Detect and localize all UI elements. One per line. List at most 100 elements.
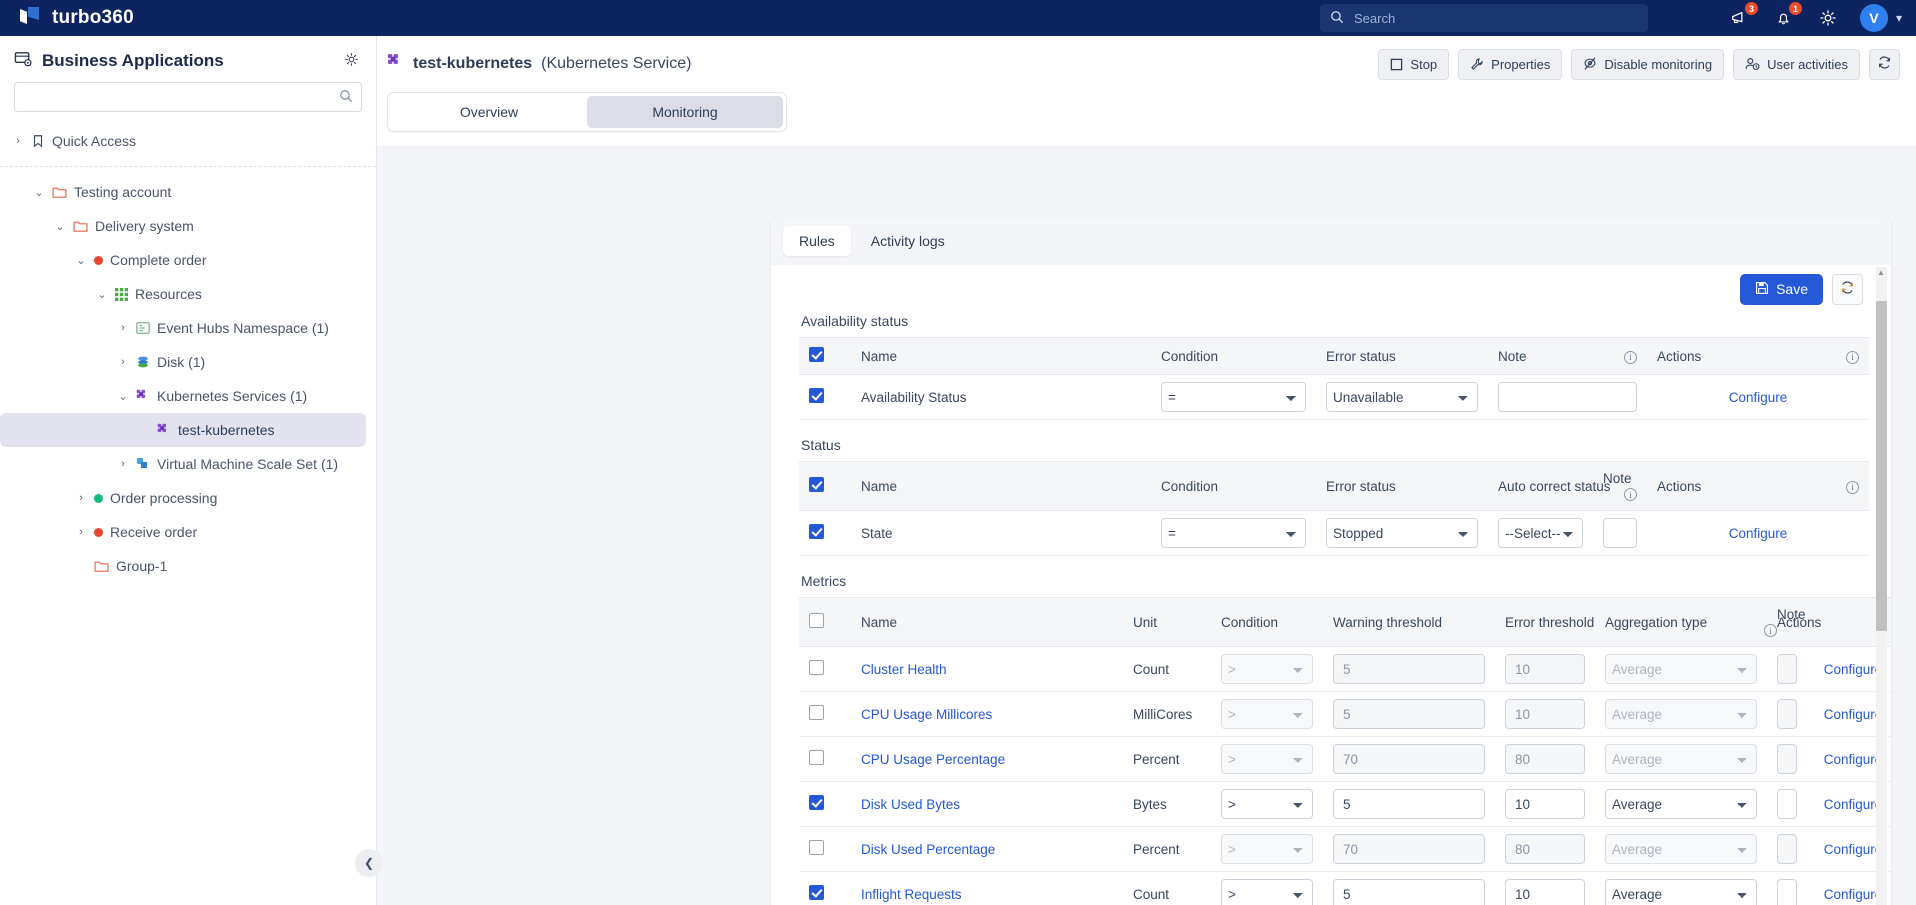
metric-name-label[interactable]: Disk Used Bytes xyxy=(861,797,960,812)
tab-overview[interactable]: Overview xyxy=(391,96,587,128)
chevron-right-icon[interactable]: › xyxy=(117,458,129,470)
error-threshold-input[interactable] xyxy=(1505,789,1585,819)
announcements-button[interactable]: 3 xyxy=(1728,1,1759,30)
select-all-checkbox[interactable] xyxy=(809,347,824,362)
condition-select[interactable]: = xyxy=(1161,382,1306,412)
configure-link[interactable]: Configure xyxy=(1824,752,1883,767)
sidebar-item-delivery-system[interactable]: ⌄ Delivery system xyxy=(0,209,376,243)
condition-select[interactable]: = xyxy=(1161,518,1306,548)
sidebar-settings-gear-icon[interactable] xyxy=(343,51,360,71)
metric-name[interactable]: Disk Used Percentage xyxy=(851,826,1123,872)
disable-monitoring-button[interactable]: Disable monitoring xyxy=(1571,48,1725,80)
card-tab-rules[interactable]: Rules xyxy=(783,226,851,256)
warning-threshold-input[interactable] xyxy=(1333,879,1485,905)
configure-link[interactable]: Configure xyxy=(1824,662,1883,677)
configure-link[interactable]: Configure xyxy=(1824,707,1883,722)
chevron-right-icon[interactable]: › xyxy=(117,322,129,334)
aggregation-type-select[interactable]: Average xyxy=(1605,789,1757,819)
aggregation-type-select[interactable]: Average xyxy=(1605,879,1757,905)
sidebar-item-kubernetes-services-1[interactable]: ⌄ Kubernetes Services (1) xyxy=(0,379,376,413)
page-refresh-button[interactable] xyxy=(1869,48,1900,80)
chevron-down-icon[interactable]: ⌄ xyxy=(117,390,129,403)
sidebar-item-testing-account[interactable]: ⌄ Testing account xyxy=(0,175,376,209)
metric-name-label[interactable]: Cluster Health xyxy=(861,662,947,677)
metric-name-label[interactable]: Inflight Requests xyxy=(861,887,962,902)
stop-button[interactable]: Stop xyxy=(1378,48,1450,80)
note-input[interactable] xyxy=(1603,518,1637,548)
error-threshold-input[interactable] xyxy=(1505,879,1585,905)
rules-refresh-button[interactable] xyxy=(1832,273,1863,305)
chevron-down-icon[interactable]: ⌄ xyxy=(54,220,66,233)
note-input[interactable] xyxy=(1777,879,1797,905)
user-activities-button[interactable]: User activities xyxy=(1733,48,1860,80)
sidebar-item-event-hubs-namespace-1[interactable]: › Event Hubs Namespace (1) xyxy=(0,311,376,345)
brand-logo[interactable]: turbo360 xyxy=(12,7,134,29)
sidebar-item-quick-access[interactable]: › Quick Access xyxy=(0,124,376,158)
row-checkbox[interactable] xyxy=(809,840,824,855)
global-search[interactable] xyxy=(1320,4,1648,32)
info-icon[interactable]: i xyxy=(1846,350,1859,364)
chevron-right-icon[interactable]: › xyxy=(117,356,129,368)
row-checkbox[interactable] xyxy=(809,750,824,765)
row-checkbox[interactable] xyxy=(809,885,824,900)
warning-threshold-input[interactable] xyxy=(1333,789,1485,819)
sidebar-item-test-kubernetes[interactable]: test-kubernetes xyxy=(0,413,366,447)
properties-button[interactable]: Properties xyxy=(1458,48,1563,80)
sidebar-item-resources[interactable]: ⌄ Resources xyxy=(0,277,376,311)
metric-name[interactable]: Inflight Requests xyxy=(851,871,1123,905)
info-icon[interactable]: i xyxy=(1624,350,1637,364)
row-checkbox[interactable] xyxy=(809,705,824,720)
sidebar-search-input[interactable] xyxy=(23,88,339,106)
metric-name[interactable]: CPU Usage Millicores xyxy=(851,691,1123,737)
auto-correct-status-select[interactable]: --Select-- xyxy=(1498,518,1583,548)
metric-name[interactable]: CPU Usage Percentage xyxy=(851,736,1123,782)
chevron-right-icon[interactable]: › xyxy=(12,135,24,147)
condition-select[interactable]: > xyxy=(1221,789,1313,819)
info-icon[interactable]: i xyxy=(1846,480,1859,494)
chevron-down-icon[interactable]: ⌄ xyxy=(96,288,108,301)
metric-name[interactable]: Cluster Health xyxy=(851,646,1123,692)
metric-name-label[interactable]: CPU Usage Percentage xyxy=(861,752,1005,767)
row-checkbox[interactable] xyxy=(809,524,824,539)
note-input[interactable] xyxy=(1498,382,1637,412)
tab-monitoring[interactable]: Monitoring xyxy=(587,96,783,128)
card-tab-activity-logs[interactable]: Activity logs xyxy=(855,226,961,256)
info-icon[interactable]: i xyxy=(1764,624,1777,637)
scrollbar-thumb[interactable] xyxy=(1876,301,1887,631)
select-all-checkbox[interactable] xyxy=(809,477,824,492)
sidebar-item-disk-1[interactable]: › Disk (1) xyxy=(0,345,376,379)
sidebar-collapse-button[interactable]: ❮ xyxy=(355,849,383,877)
row-checkbox[interactable] xyxy=(809,388,824,403)
select-all-checkbox[interactable] xyxy=(809,613,824,628)
configure-link[interactable]: Configure xyxy=(1729,390,1788,405)
sidebar-item-virtual-machine-scale-set-1[interactable]: › Virtual Machine Scale Set (1) xyxy=(0,447,376,481)
metric-name-label[interactable]: Disk Used Percentage xyxy=(861,842,995,857)
chevron-down-icon[interactable]: ⌄ xyxy=(33,186,45,199)
save-button[interactable]: Save xyxy=(1740,273,1823,305)
chevron-right-icon[interactable]: › xyxy=(75,526,87,538)
metric-name-label[interactable]: CPU Usage Millicores xyxy=(861,707,992,722)
row-checkbox[interactable] xyxy=(809,660,824,675)
configure-link[interactable]: Configure xyxy=(1824,842,1883,857)
configure-link[interactable]: Configure xyxy=(1824,797,1883,812)
configure-link[interactable]: Configure xyxy=(1824,887,1883,902)
info-icon[interactable]: i xyxy=(1624,488,1637,501)
scroll-up-arrow-icon[interactable]: ▲ xyxy=(1877,268,1885,277)
error-status-select[interactable]: Unavailable xyxy=(1326,382,1478,412)
notifications-button[interactable]: 1 xyxy=(1772,1,1803,30)
sidebar-item-complete-order[interactable]: ⌄ Complete order xyxy=(0,243,376,277)
row-checkbox[interactable] xyxy=(809,795,824,810)
rules-vertical-scrollbar[interactable]: ▲ ▼ xyxy=(1876,267,1887,905)
error-status-select[interactable]: Stopped xyxy=(1326,518,1478,548)
chevron-down-icon[interactable]: ⌄ xyxy=(75,254,87,267)
note-input[interactable] xyxy=(1777,789,1797,819)
sidebar-search[interactable] xyxy=(14,82,362,112)
sidebar-item-group-1[interactable]: Group-1 xyxy=(0,549,376,583)
metric-name[interactable]: Disk Used Bytes xyxy=(851,781,1123,827)
sidebar-item-order-processing[interactable]: › Order processing xyxy=(0,481,376,515)
search-input[interactable] xyxy=(1352,9,1638,27)
configure-link[interactable]: Configure xyxy=(1729,526,1788,541)
condition-select[interactable]: > xyxy=(1221,879,1313,905)
settings-gear-button[interactable] xyxy=(1816,6,1840,30)
sidebar-item-receive-order[interactable]: › Receive order xyxy=(0,515,376,549)
